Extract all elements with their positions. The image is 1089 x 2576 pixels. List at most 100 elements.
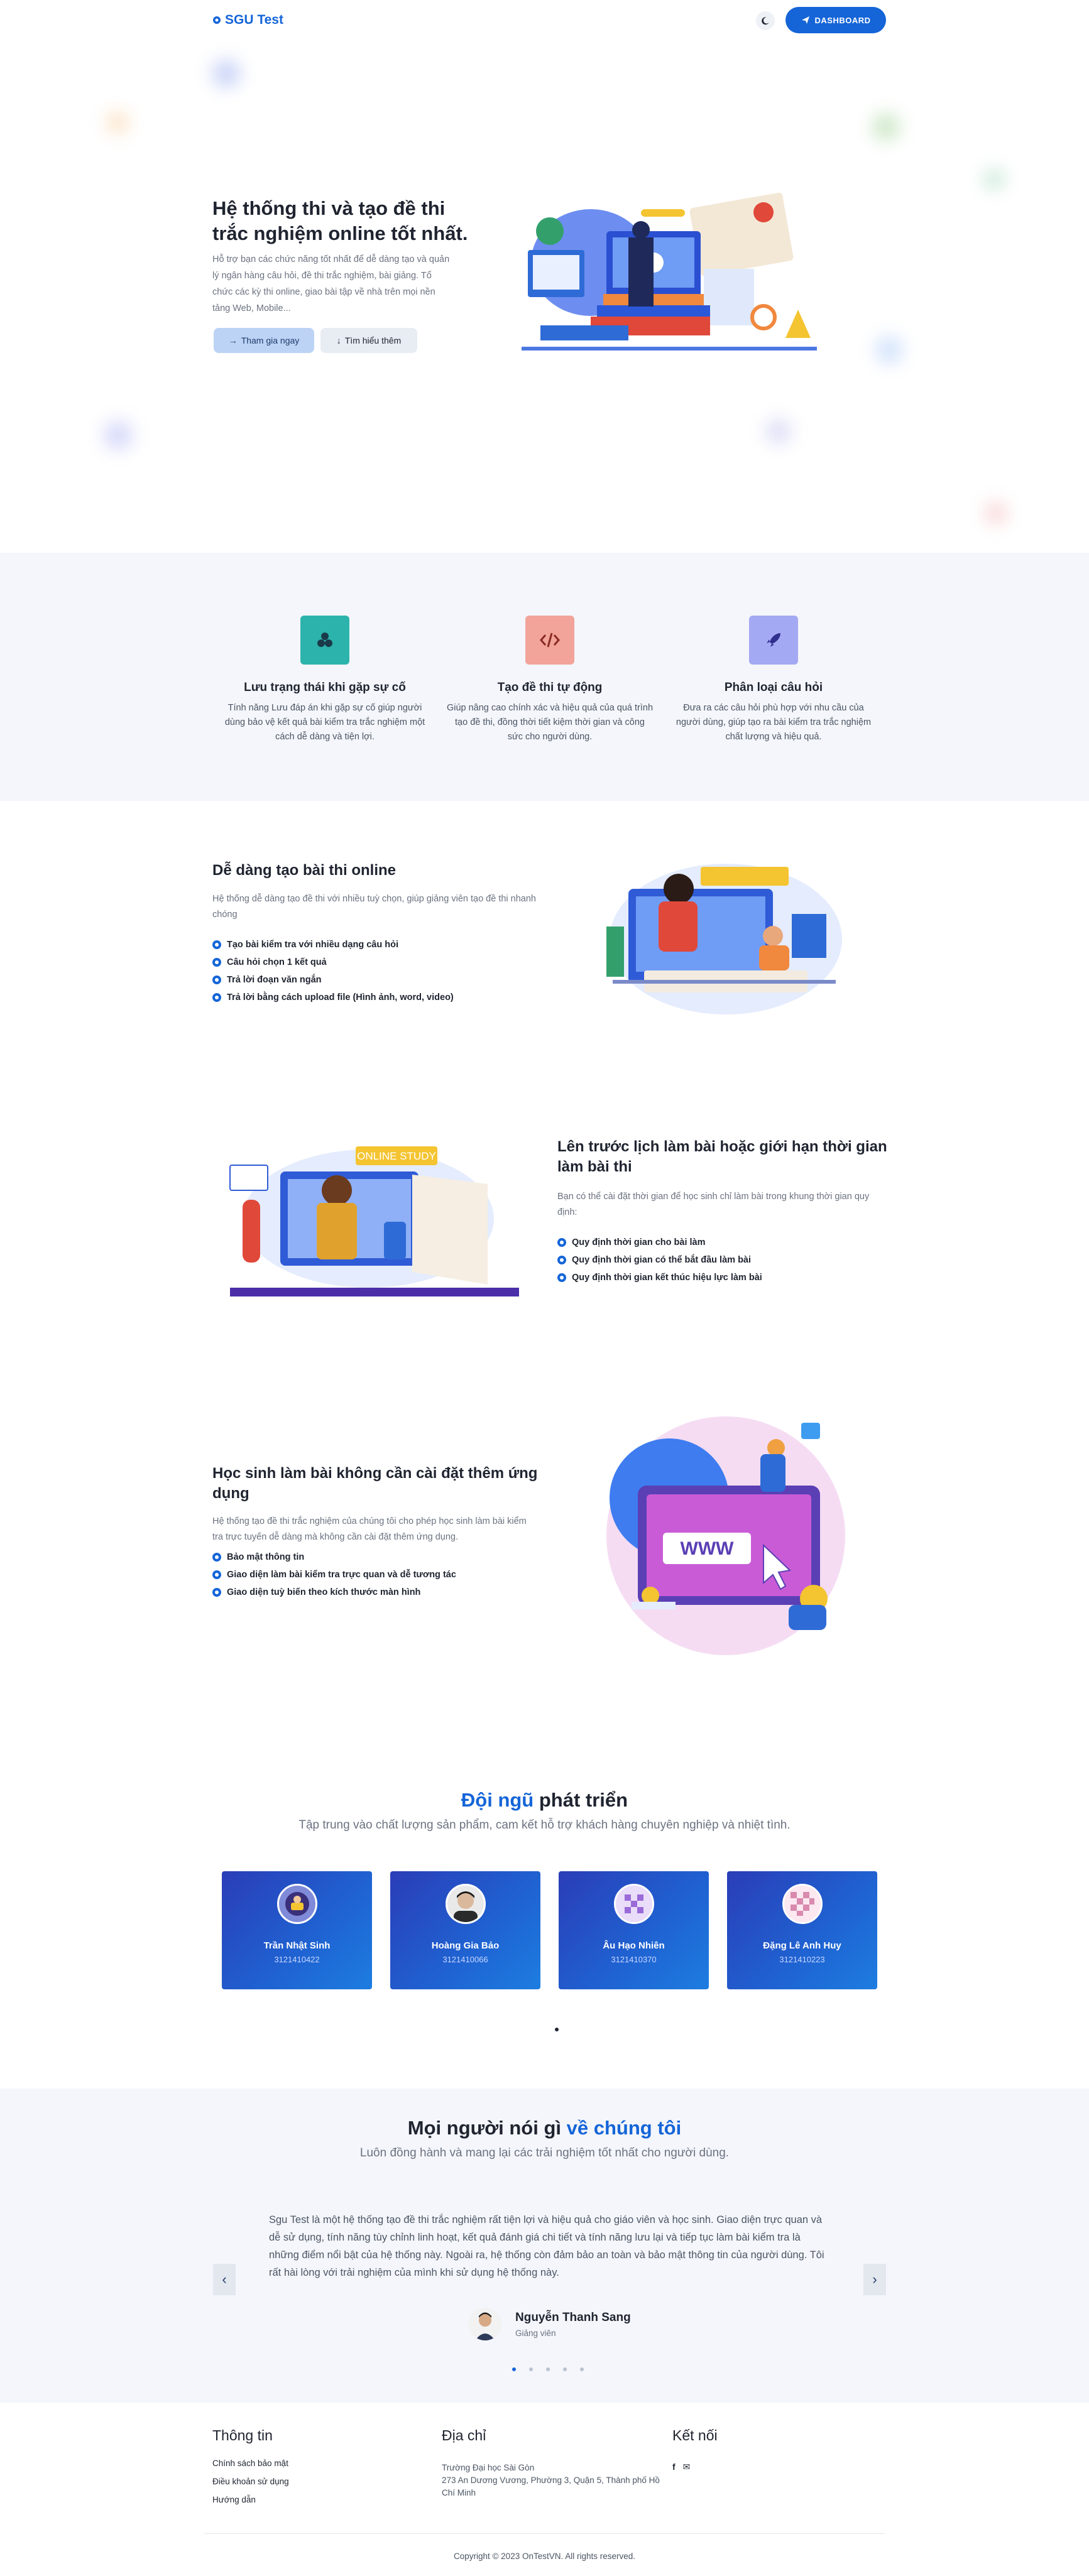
team-subtitle: Tập trung vào chất lượng sản phẩm, cam k… [298,1818,791,1832]
avatar [782,1884,823,1924]
team-member-card[interactable]: Trần Nhật Sinh 3121410422 [222,1871,372,1989]
list-item: Trả lời đoạn văn ngắn [212,971,454,989]
avatar [445,1884,486,1924]
author-name: Nguyễn Thanh Sang [515,2310,631,2324]
web-access-illustration: WWW [606,1416,845,1655]
team-member-card[interactable]: Đặng Lê Anh Huy 3121410223 [727,1871,877,1989]
feature-title: Lưu trạng thái khi gặp sự cố [244,681,406,694]
testimonial-quote: Sgu Test là một hệ thống tạo đề thi trắc… [269,2214,824,2278]
carousel-dot[interactable] [555,2028,559,2031]
author-role: Giảng viên [515,2328,556,2338]
footer-address-heading: Địa chỉ [442,2427,486,2443]
learn-more-button[interactable]: ↓ Tìm hiểu thêm [320,328,417,353]
brand-logo[interactable]: SGU Test [212,13,283,28]
check-circle-icon [557,1238,566,1247]
top-navbar: SGU Test DASHBOARD [0,0,1089,40]
prev-testimonial-button[interactable]: ‹ [213,2264,236,2295]
chevron-left-icon: ‹ [222,2271,227,2287]
member-student-id: 3121410066 [442,1955,488,1964]
decorative-blob [875,336,903,364]
author-photo [469,2308,501,2340]
member-name: Âu Hạo Nhiên [603,1940,665,1951]
carousel-dot[interactable] [546,2367,550,2371]
learn-more-label: Tìm hiểu thêm [344,335,402,345]
team-member-card[interactable]: Hoàng Gia Bảo 3121410066 [390,1871,540,1989]
check-circle-icon [212,976,221,984]
online-study-label: ONLINE STUDY [357,1150,436,1162]
list-item: Trả lời bằng cách upload file (Hình ảnh,… [212,989,454,1006]
team-title-rest: phát triển [534,1789,628,1811]
chevron-right-icon: › [872,2271,877,2287]
decorative-blob [985,503,1007,524]
member-name: Hoàng Gia Bảo [431,1940,500,1951]
join-now-button[interactable]: → Tham gia ngay [214,328,314,353]
footer-link-privacy[interactable]: Chính sách bảo mật [212,2459,289,2477]
list-item: Tạo bài kiểm tra với nhiều dạng câu hỏi [212,936,454,954]
decorative-blob [104,421,133,450]
theme-toggle-button[interactable] [756,11,775,30]
avatar [276,1884,317,1924]
code-icon [540,633,560,648]
testimonials-title: Mọi người nói gì về chúng tôi [0,2117,1089,2139]
arrow-right-icon: → [228,335,238,345]
feature-card-auto-exam: Tạo đề thi tự động Giúp nâng cao chính x… [446,616,654,744]
member-name: Đặng Lê Anh Huy [763,1940,841,1951]
join-now-label: Tham gia ngay [241,335,300,345]
address-line: 273 An Dương Vương, Phường 3, Quận 5, Th… [442,2475,660,2497]
avatar [613,1884,654,1924]
footer-address: Trường Đại học Sài Gòn 273 An Dương Vươn… [442,2462,662,2499]
testimonials-title-plain: Mọi người nói gì [407,2117,567,2139]
footer-link-terms[interactable]: Điều khoản sử dụng [212,2477,289,2495]
carousel-dot[interactable] [512,2367,516,2371]
testimonial-author: Nguyễn Thanh Sang Giảng viên [469,2308,631,2340]
dashboard-button[interactable]: DASHBOARD [785,7,886,33]
hero-title: Hệ thống thi và tạo đề thi trắc nghiệm o… [212,197,468,244]
hero-illustration [522,192,817,351]
carousel-dot[interactable] [563,2367,567,2371]
check-circle-icon [557,1256,566,1264]
footer-info-heading: Thông tin [212,2427,273,2443]
feature-icon-box [525,616,574,665]
brand-name: SGU Test [225,13,283,27]
section-description: Hệ thống dễ dàng tạo đề thi với nhiều tu… [212,894,536,920]
arrow-down-icon: ↓ [336,335,341,345]
rocket-icon [767,633,780,647]
footer-divider [204,2533,885,2534]
member-student-id: 3121410370 [611,1955,657,1964]
section-title: Dễ dàng tạo bài thi online [212,862,397,879]
team-member-card[interactable]: Âu Hạo Nhiên 3121410370 [559,1871,709,1989]
check-circle-icon [212,958,221,967]
avatar-image [615,1886,652,1922]
section-title: Học sinh làm bài không cần cài đặt thêm … [212,1465,538,1502]
member-student-id: 3121410223 [779,1955,825,1964]
next-testimonial-button[interactable]: › [863,2264,886,2295]
hero-description: Hỗ trợ bạn các chức năng tốt nhất để dễ … [212,254,450,313]
messenger-icon[interactable]: ✉ [683,2462,691,2472]
member-student-id: 3121410422 [274,1955,320,1964]
cubes-icon [317,633,332,647]
footer-connect-heading: Kết nối [672,2427,718,2443]
dashboard-label: DASHBOARD [814,15,871,25]
carousel-dot[interactable] [529,2367,533,2371]
footer-info-links: Chính sách bảo mật Điều khoản sử dụng Hư… [212,2459,289,2513]
check-circle-icon [212,1588,221,1597]
decorative-blob [212,60,240,87]
avatar-image [784,1886,821,1922]
section-description: Hệ thống tạo đề thi trắc nghiệm của chún… [212,1516,527,1542]
avatar-image [453,1891,478,1922]
list-item: Quy định thời gian kết thúc hiệu lực làm… [557,1269,762,1286]
feature-description: Giúp nâng cao chính xác và hiệu quả của … [446,703,654,742]
section-title: Lên trước lịch làm bài hoặc giới hạn thờ… [557,1138,887,1175]
decorative-blob [983,168,1005,190]
copyright-text: Copyright © 2023 OnTestVN. All rights re… [453,2552,636,2561]
feature-card-classify: Phân loại câu hỏi Đưa ra các câu hỏi phù… [670,616,877,744]
team-title-highlight: Đội ngũ [461,1789,534,1811]
feature-list: Tạo bài kiểm tra với nhiều dạng câu hỏi … [212,936,454,1006]
online-exam-illustration [606,864,842,1014]
avatar [469,2308,501,2340]
footer-link-guide[interactable]: Hướng dẫn [212,2495,289,2513]
decorative-blob [766,419,791,444]
send-icon [801,16,809,24]
carousel-dot[interactable] [580,2367,584,2371]
facebook-icon[interactable]: f [672,2462,676,2472]
